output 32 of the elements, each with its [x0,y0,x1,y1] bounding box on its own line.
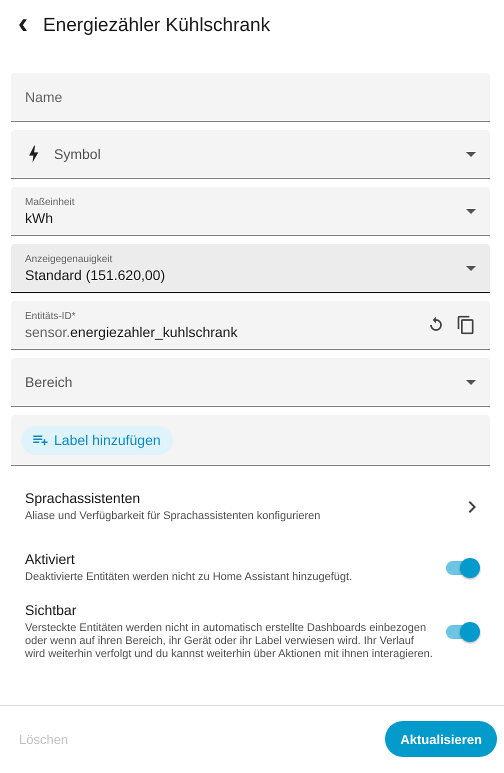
dropdown-field[interactable]: Symbol [11,130,490,179]
toggle-switch[interactable] [446,624,478,638]
name-field[interactable]: Name [11,73,490,122]
field-placeholder: Bereich [25,374,74,390]
back-button[interactable]: ‹ [10,9,36,43]
id-value: energiezahler_kuhlschrank [70,324,238,340]
dropdown-field[interactable]: Maßeinheit kWh [11,187,490,236]
field-value: kWh [25,210,54,226]
caret-down-icon [466,208,476,214]
chevron-right-icon [468,500,476,512]
copy-icon[interactable] [456,315,476,335]
row-description: Aliase und Verfügbarkeit für Sprachassistenten konfigurieren [25,510,322,523]
field-label: Anzeigegenauigkeit [25,254,114,264]
toggle-switch[interactable] [446,560,478,574]
field-label: Maßeinheit [25,196,76,208]
caret-down-icon [466,152,476,156]
field-placeholder: Symbol [54,146,102,162]
caret-down-icon [466,380,476,384]
row-description: Versteckte Entitäten werden nicht in automatisch erstellte Dashboards einbezogen oder wenn auf ihren Bereich, ihr Gerät oder ihr Label verwiesen wird. Ihr Verlauf wird weiterhin verfolgt und du kannst weiterhin über Aktionen mit ihnen interagieren. [25,622,434,661]
row-title: Aktiviert [25,551,76,567]
row-title: Sichtbar [25,602,78,618]
caret-down-icon [466,266,476,270]
field-label: Entitäts-ID* [25,310,77,322]
row-title: Sprachassistenten [25,490,142,506]
dropdown-field[interactable]: Anzeigegenauigkeit Standard (151.620,00) [11,244,490,293]
entity-id-field[interactable]: Entitäts-ID* sensor.energiezahler_kuhlschrank [11,301,490,350]
field-value: Standard (151.620,00) [25,266,166,282]
id-prefix: sensor. [25,324,70,340]
dropdown-field[interactable]: Bereich [11,358,490,407]
row-description: Deaktivierte Entitäten werden nicht zu Home Assistant hinzugefügt. [25,571,354,584]
dialog-title: Energiezähler Kühlschrank [43,15,270,37]
voice-assistants-row[interactable]: Sprachassistenten Aliase und Verfügbarkeit für Sprachassistenten konfigurieren [0,466,504,523]
